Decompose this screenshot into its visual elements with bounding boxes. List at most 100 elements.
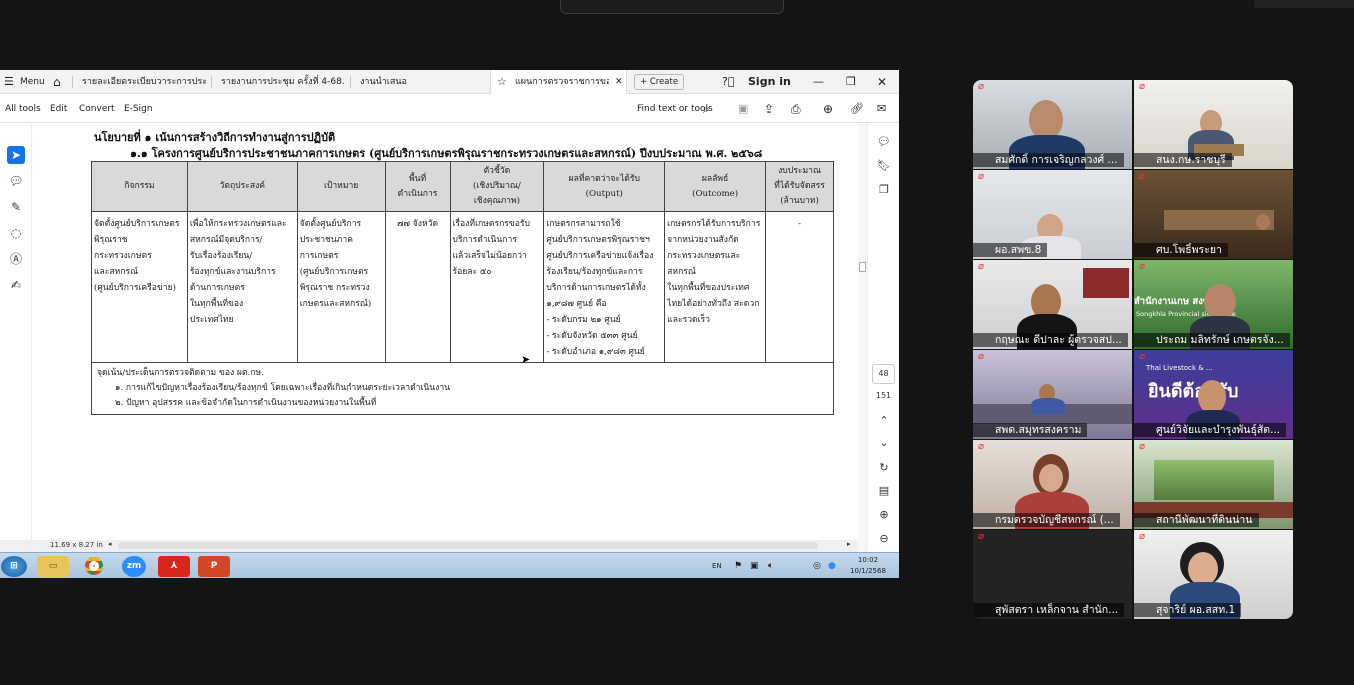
star-icon[interactable]: ☆ (497, 70, 507, 94)
clock[interactable]: 10:02 10/1/2568 (850, 555, 886, 577)
convert-button[interactable]: Convert (79, 95, 115, 123)
draw-lasso-icon[interactable]: ◌ (7, 224, 25, 242)
edit-button[interactable]: Edit (50, 95, 67, 123)
save-icon[interactable]: ▣ (738, 95, 748, 123)
cell-line: สหกรณ์มีจุดบริการ/ (189, 235, 263, 245)
tray-network-icon[interactable]: ⚑ (734, 553, 742, 578)
cell-line: เกษตรกรได้รับการบริการ (667, 219, 761, 229)
menu-button[interactable]: Menu (20, 70, 45, 94)
print-icon[interactable]: ⎙ (791, 95, 801, 123)
tray-device-icon[interactable]: ▣ (750, 553, 759, 578)
muted-mic-icon: ⌀ (1139, 81, 1146, 92)
participant-tile[interactable]: ⌀ กรมตรวจบัญชีสหกรณ์ (... (973, 440, 1132, 529)
cell-line: และสหกรณ์ (94, 267, 139, 277)
header-output: ผลที่คาดว่าจะได้รับ (Output) (543, 161, 666, 212)
comments-panel-icon[interactable]: 💬︎ (876, 134, 892, 150)
header-area: พื้นที่ ดำเนินการ (384, 161, 451, 212)
windows-taskbar: ⊞ ▭ zm ⅄ P EN ⚑ ▣ 🔈︎ ◎ ● 10:02 10/1/2568 (0, 552, 899, 578)
vertical-scrollbar[interactable] (858, 124, 867, 578)
chrome-icon[interactable] (78, 556, 110, 577)
cell-line: ในทุกพื้นที่ของ (189, 299, 244, 309)
minimize-icon[interactable]: — (813, 70, 824, 94)
scroll-left-icon[interactable]: ◂ (108, 540, 112, 548)
participant-tile[interactable]: ⌀ สนง.กษ.ราชบุรี (1134, 80, 1293, 169)
participant-tile[interactable]: Thai Livestock & ... ยินดีต้อนรับ ⌀ ศูนย… (1134, 350, 1293, 439)
meeting-top-bar (560, 0, 784, 14)
muted-mic-icon: ⌀ (978, 441, 985, 452)
bookmark-icon[interactable]: 🔖︎ (876, 158, 892, 174)
link-icon[interactable]: 🔗︎ (850, 95, 864, 123)
zoom-in-icon[interactable]: ⊕ (876, 507, 892, 523)
powerpoint-icon[interactable]: P (198, 556, 230, 577)
tab-inspection-plan[interactable]: ☆ แผนการตรวจราชการขอ... ✕ (490, 70, 627, 94)
header-target: เป้าหมาย (296, 161, 386, 212)
participant-name: สมศักดิ์ การเจริญกลวงศ์ ... (973, 153, 1124, 167)
cell-line: พิรุณราช (94, 235, 128, 245)
window-close-icon[interactable]: ✕ (877, 70, 887, 94)
all-tools-button[interactable]: All tools (5, 95, 41, 123)
header-text: พื้นที่ (408, 173, 427, 184)
language-indicator[interactable]: EN (712, 553, 722, 578)
find-tools-input[interactable]: Find text or tools (637, 95, 713, 123)
header-text: ตัวชี้วัด (483, 166, 511, 176)
esign-button[interactable]: E-Sign (124, 95, 153, 123)
create-tab-button[interactable]: + Create (634, 74, 685, 90)
participant-tile[interactable]: ⌀ สถานีพัฒนาที่ดินน่าน (1134, 440, 1293, 529)
hamburger-menu-icon[interactable]: ☰ (4, 70, 14, 94)
tray-zoom-icon[interactable]: ● (828, 553, 836, 578)
participant-tile[interactable]: ⌀ สุพัสตรา เหล็กจาน สำนัก... (973, 530, 1132, 619)
close-tab-icon[interactable]: ✕ (615, 70, 623, 94)
pages-panel-icon[interactable]: ❐ (876, 182, 892, 198)
current-page-input[interactable]: 48 (872, 364, 895, 384)
participant-tile[interactable]: ⌀ สพด.สมุทรสงคราม (973, 350, 1132, 439)
zoom-icon[interactable]: zm (122, 556, 146, 577)
status-bar: 11.69 x 8.27 in ◂ ▸ (0, 540, 858, 552)
participant-name: ประถม มลิทรักษ์ เกษตรจัง... (1134, 333, 1290, 347)
sign-in-button[interactable]: Sign in (748, 70, 791, 94)
page-up-icon[interactable]: ⌃ (876, 413, 892, 429)
email-icon[interactable]: ✉ (877, 95, 886, 123)
participant-tile[interactable]: ⌀ กฤษณะ ดีปาละ ผู้ตรวจสป... (973, 260, 1132, 349)
participant-tile[interactable]: ⌀ ศบ.โพธิ์พระยา (1134, 170, 1293, 259)
cell-line: - ระดับจังหวัด ๕๓๓ ศูนย์ (546, 331, 638, 341)
rotate-icon[interactable]: ↻ (876, 460, 892, 476)
cell-line: เกษตรกรสามารถใช้ (546, 219, 621, 229)
search-icon[interactable]: ⌕ (703, 95, 710, 123)
highlight-pen-icon[interactable]: ✎ (7, 198, 25, 216)
tab-meeting-report[interactable]: รายงานการประชุม ครั้งที่ 4-68.p... (221, 70, 345, 94)
tab-agenda[interactable]: รายละเอียดระเบียบวาระการประชุ... (82, 70, 206, 94)
zoom-out-icon[interactable]: ⊖ (876, 531, 892, 547)
participant-name: ศบ.โพธิ์พระยา (1134, 243, 1228, 257)
sign-pen-icon[interactable]: ✍︎ (7, 276, 25, 294)
tab-presentation[interactable]: งานนำเสนอ (360, 70, 430, 94)
start-orb-icon[interactable]: ⊞ (1, 556, 27, 577)
notes-cell: จุดเน้น/ประเด็นการตรวจติดตาม ของ ผต.กษ. … (91, 362, 834, 415)
participant-tile[interactable]: ⌀ สมศักดิ์ การเจริญกลวงศ์ ... (973, 80, 1132, 169)
total-pages: 151 (875, 391, 892, 400)
cell-line: จัดตั้งศูนย์บริการเกษตร (94, 219, 180, 229)
text-box-icon[interactable]: Ⓐ (7, 250, 25, 268)
share-icon[interactable]: ⊕ (823, 95, 833, 123)
note-item: ๑. การแก้ไขปัญหาเรื่องร้องเรียน/ร้องทุกข… (115, 383, 451, 393)
cell-line: บริการดำเนินการ (452, 235, 517, 245)
tab-inspection-plan-label: แผนการตรวจราชการขอ... (515, 77, 609, 87)
scroll-right-icon[interactable]: ▸ (847, 540, 851, 548)
page-down-icon[interactable]: ⌄ (876, 435, 892, 451)
acrobat-icon[interactable]: ⅄ (158, 556, 190, 577)
scroll-thumb[interactable] (859, 262, 866, 272)
muted-mic-icon: ⌀ (1139, 531, 1146, 542)
participant-tile[interactable]: สำนักงานเกษ สงขลา Songkhla Provincial si… (1134, 260, 1293, 349)
upload-icon[interactable]: ⇪ (764, 95, 774, 123)
help-icon[interactable]: ?⃝ (722, 70, 734, 94)
tray-app-icon[interactable]: ◎ (813, 553, 821, 578)
fit-page-icon[interactable]: ▤ (876, 483, 892, 499)
participant-tile[interactable]: ⌀ ผอ.สพข.8 (973, 170, 1132, 259)
horizontal-scrollbar[interactable] (118, 542, 818, 549)
select-cursor-icon[interactable]: ➤ (7, 146, 25, 164)
home-icon[interactable]: ⌂ (53, 70, 61, 94)
comment-icon[interactable]: 💬︎ (7, 172, 25, 190)
participant-tile[interactable]: ⌀ สุจาริย์ ผอ.สสท.1 (1134, 530, 1293, 619)
maximize-icon[interactable]: ❐ (846, 70, 856, 94)
file-explorer-icon[interactable]: ▭ (37, 556, 69, 577)
volume-icon[interactable]: 🔈︎ (768, 553, 773, 578)
